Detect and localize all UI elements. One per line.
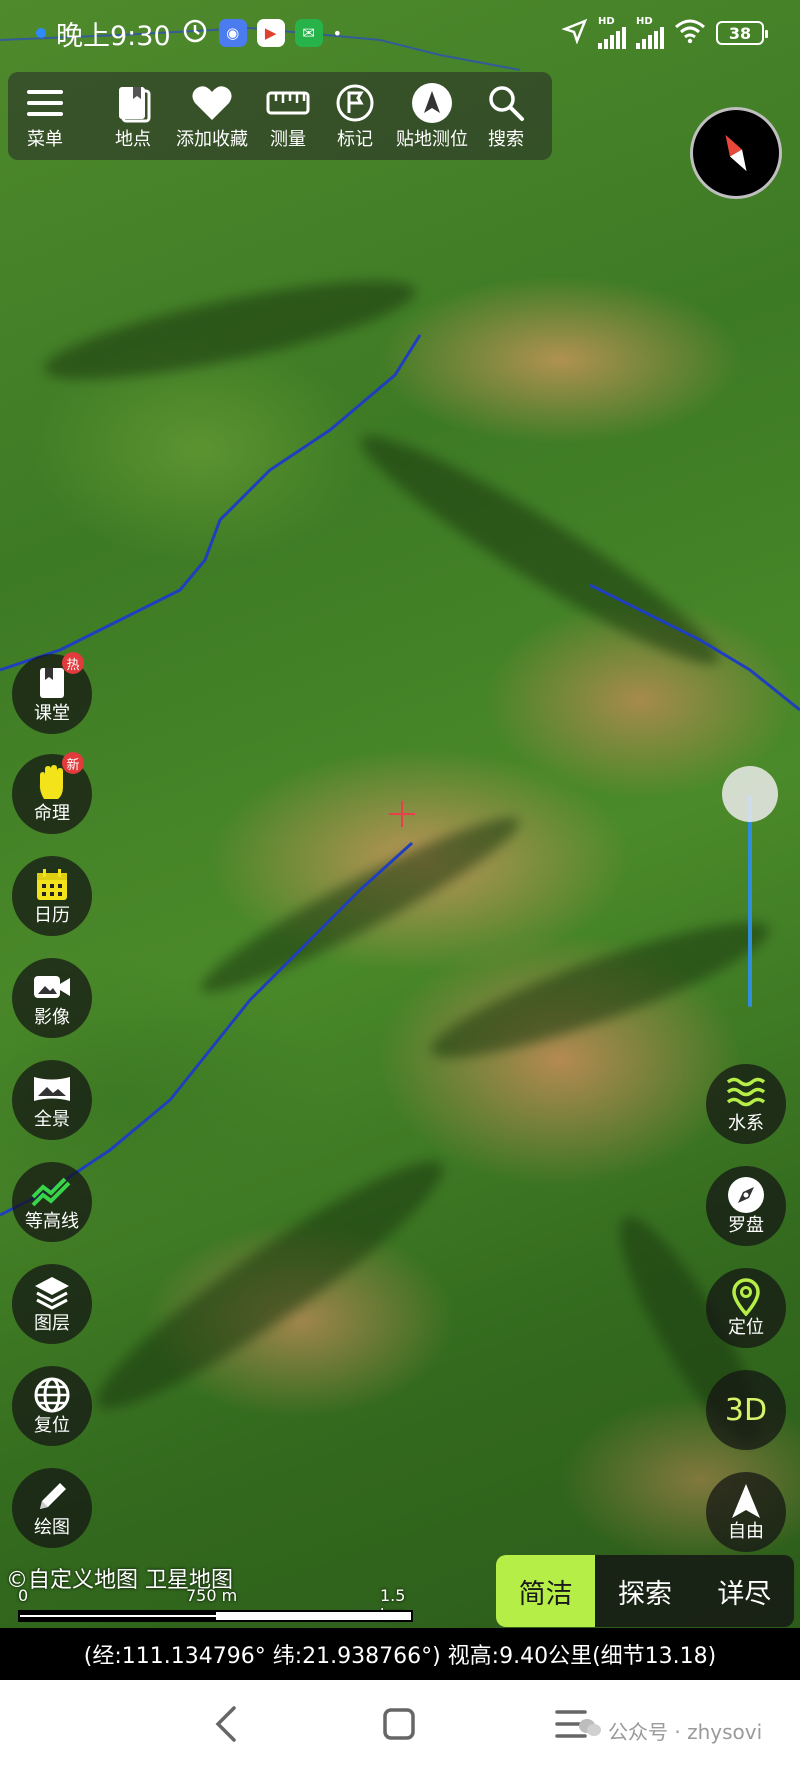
layers-icon [33,1274,71,1312]
new-badge: 新 [62,752,84,774]
satellite-map-view[interactable] [0,0,800,1628]
fortune-button[interactable]: 命理 新 [12,752,92,834]
home-button[interactable] [382,1704,416,1748]
app-wechat-icon: ✉ [294,19,323,47]
battery-indicator: 38 [716,21,768,45]
calendar-icon [35,866,69,904]
wechat-official-icon [578,1717,602,1744]
more-notifications-dot: • [332,23,343,43]
3d-toggle-button[interactable]: 3D [706,1370,786,1450]
top-toolbar: 菜单 地点 添加收藏 测量 标记 贴地测位 搜索 [8,72,552,160]
search-icon [487,81,525,125]
calendar-button[interactable]: 日历 [12,856,92,936]
location-dot-icon [36,28,46,38]
bookmark-book-icon [113,81,153,125]
ruler-icon [266,81,310,125]
status-bar: 晚上9:30 ◉ ▶ ✉ • HD HD 38 [0,0,800,66]
classroom-button[interactable]: 课堂 热 [12,652,92,734]
free-mode-label: 自由 [728,1521,764,1542]
locate-ground-button[interactable]: 贴地测位 [386,72,478,160]
signal-1-icon: HD [598,17,626,49]
hamburger-icon [26,81,64,125]
scale-bar: 0 750 m 1.5 km [18,1586,418,1626]
places-label: 地点 [115,129,151,150]
draw-button[interactable]: 绘图 [12,1468,92,1548]
favorite-label: 添加收藏 [176,129,248,150]
search-label: 搜索 [488,129,524,150]
app-play-icon: ▶ [256,19,285,47]
tab-detailed[interactable]: 详尽 [695,1555,794,1627]
navigation-circle-icon [411,81,453,125]
mark-label: 标记 [337,129,373,150]
navigation-arrow-up-icon [730,1482,762,1520]
video-label: 影像 [34,1007,70,1028]
compass-label: 罗盘 [728,1215,764,1236]
tilt-slider-thumb[interactable] [722,766,778,822]
chevron-left-icon [215,1706,236,1742]
flag-circle-icon [335,81,375,125]
heart-icon [191,81,233,125]
globe-icon [33,1376,71,1414]
favorite-button[interactable]: 添加收藏 [172,72,252,160]
water-label: 水系 [728,1113,764,1134]
fortune-label: 命理 [34,803,70,824]
square-home-icon [383,1708,415,1740]
scale-line [18,1610,413,1622]
measure-label: 测量 [270,129,306,150]
contour-button[interactable]: 等高线 [12,1162,92,1242]
menu-label: 菜单 [27,129,63,150]
panorama-icon [32,1070,72,1108]
places-button[interactable]: 地点 [94,72,172,160]
mark-button[interactable]: 标记 [324,72,386,160]
search-button[interactable]: 搜索 [478,72,534,160]
measure-button[interactable]: 测量 [252,72,324,160]
layers-button[interactable]: 图层 [12,1264,92,1344]
tilt-slider-track[interactable] [748,795,752,1007]
watermark-text: 公众号 · zhysovi [608,1720,763,1744]
layers-label: 图层 [34,1313,70,1334]
north-compass-button[interactable] [690,107,782,199]
locate-button[interactable]: 定位 [706,1268,786,1348]
locate-ground-label: 贴地测位 [396,129,468,150]
compass-needle-icon [725,134,747,172]
water-waves-icon [726,1074,766,1112]
back-button[interactable] [212,1704,240,1748]
contour-lines-icon [31,1172,73,1210]
free-mode-button[interactable]: 自由 [706,1472,786,1552]
status-time: 晚上9:30 [56,20,171,52]
contour-label: 等高线 [25,1211,79,1232]
panorama-button[interactable]: 全景 [12,1060,92,1140]
scale-mid-label: 750 m [186,1586,238,1605]
video-button[interactable]: 影像 [12,958,92,1038]
coordinate-readout: (经:111.134796° 纬:21.938766°) 视高:9.40公里(细… [0,1628,800,1680]
locate-label: 定位 [728,1317,764,1338]
tab-simple[interactable]: 简洁 [496,1555,596,1627]
tab-explore[interactable]: 探索 [595,1555,694,1627]
reset-button[interactable]: 复位 [12,1366,92,1446]
book-icon [36,664,68,702]
compass-icon [727,1176,765,1214]
draw-label: 绘图 [34,1517,70,1538]
water-button[interactable]: 水系 [706,1064,786,1144]
menu-button[interactable]: 菜单 [8,72,82,160]
palm-hand-icon [36,764,68,802]
compass-tool-button[interactable]: 罗盘 [706,1166,786,1246]
detail-mode-tabs: 简洁 探索 详尽 [496,1555,794,1627]
panorama-label: 全景 [34,1109,70,1130]
location-pin-icon [731,1278,761,1316]
watermark: 公众号 · zhysovi [578,1716,762,1745]
map-center-crosshair [389,801,415,827]
wifi-icon [674,18,706,48]
pencil-icon [34,1478,70,1516]
app-contacts-icon: ◉ [218,19,247,47]
reset-label: 复位 [34,1415,70,1436]
alarm-icon [181,16,209,51]
navigation-arrow-icon [561,18,588,48]
calendar-label: 日历 [34,905,70,926]
hot-badge: 热 [62,652,84,674]
video-camera-icon [32,968,72,1006]
scale-zero-label: 0 [18,1586,29,1605]
signal-2-icon: HD [636,17,664,49]
classroom-label: 课堂 [34,703,70,724]
